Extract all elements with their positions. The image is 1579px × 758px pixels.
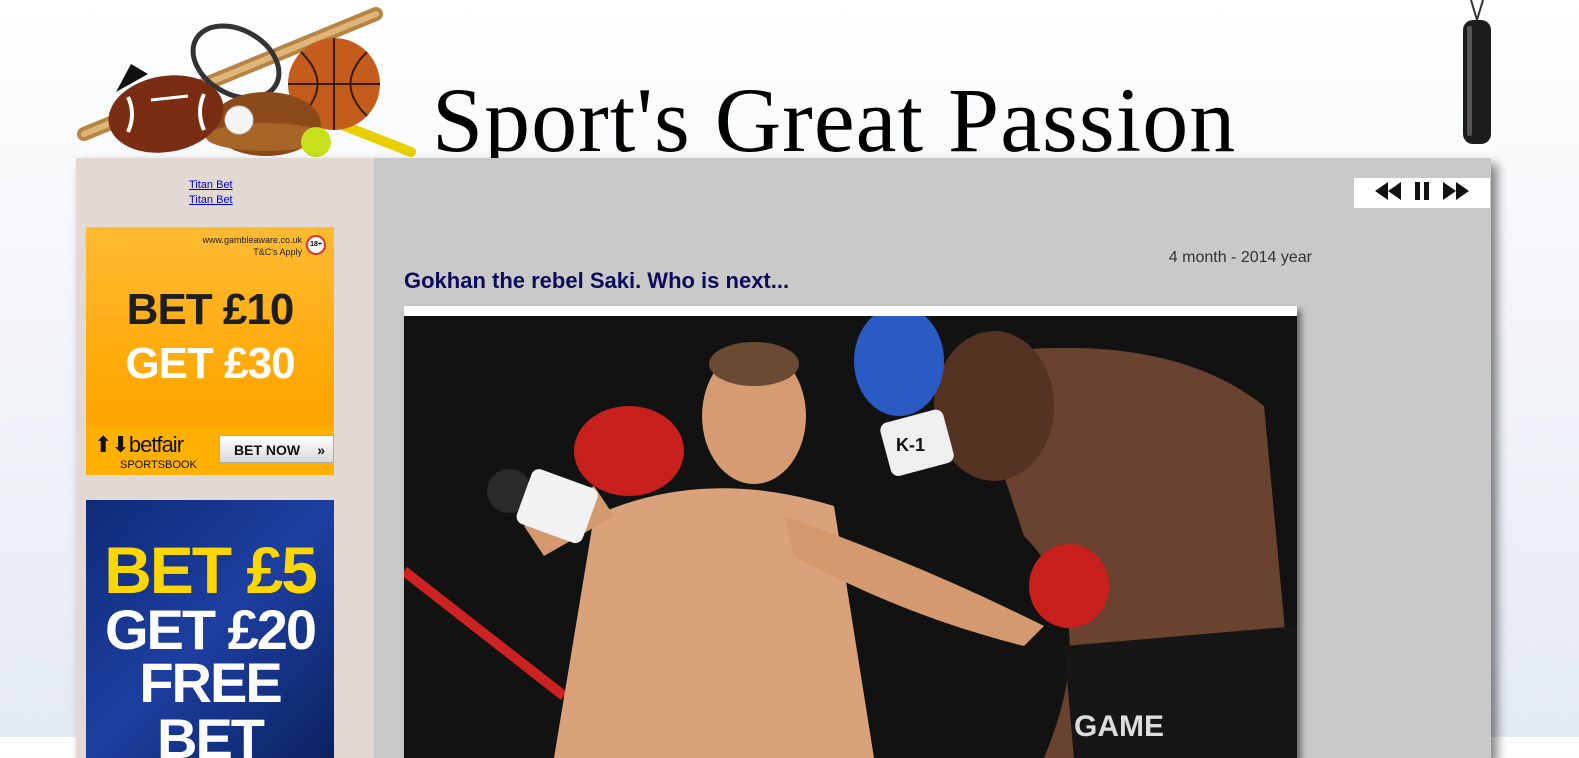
pause-icon[interactable]	[1415, 181, 1429, 205]
ad-headline-free-bet: FREE BET	[139, 651, 282, 758]
age-18-badge: 18+	[306, 235, 326, 255]
gambleaware-url: www.gambleaware.co.uk	[202, 235, 302, 245]
site-title: Sport's Great Passion	[432, 69, 1237, 171]
ad-headline-bet: BET £5	[104, 533, 318, 607]
sidebar-link-titan-bet[interactable]: Titan Bet	[189, 178, 233, 193]
fast-forward-icon[interactable]	[1443, 181, 1469, 205]
kickboxing-photo: K-1 GAME	[404, 316, 1297, 758]
arrows-icon: ⬆⬇	[94, 432, 130, 457]
content-wrapper: Titan Bet Titan Bet www.gambleaware.co.u…	[76, 158, 1491, 758]
ad-headline-get: GET £30	[125, 339, 295, 388]
free-bet-ad-banner[interactable]: BET £5 GET £20 FREE BET	[86, 500, 334, 758]
sportsbook-text: SPORTSBOOK	[120, 459, 197, 471]
betfair-logo: ⬆⬇betfair SPORTSBOOK	[94, 432, 197, 475]
sports-equipment-logo	[77, 7, 416, 157]
sidebar-links: Titan Bet Titan Bet	[189, 178, 233, 208]
double-chevron-right-icon: »	[317, 442, 325, 458]
post-image[interactable]: K-1 GAME	[404, 306, 1297, 758]
betfair-brand-text: betfair	[128, 432, 184, 457]
tcs-apply-text: T&C's Apply	[253, 247, 302, 257]
sidebar: Titan Bet Titan Bet www.gambleaware.co.u…	[76, 158, 374, 758]
punching-bag-icon	[1463, 0, 1491, 144]
bet-now-button[interactable]: BET NOW »	[219, 435, 334, 463]
glove-label: K-1	[896, 435, 925, 455]
slideshow-controls	[1354, 178, 1490, 208]
ad-headline-bet: BET £10	[126, 285, 295, 334]
ad-headline-get: GET £20	[104, 598, 317, 661]
bet-now-label: BET NOW	[234, 442, 301, 458]
rewind-icon[interactable]	[1375, 181, 1401, 205]
post-date: 4 month - 2014 year	[1168, 249, 1312, 266]
shorts-label: GAME	[1074, 710, 1164, 743]
ad-footer-bar: ⬆⬇betfair SPORTSBOOK BET NOW »	[86, 425, 334, 475]
sidebar-link-titan-bet[interactable]: Titan Bet	[189, 193, 233, 208]
gambleaware-note: www.gambleaware.co.uk T&C's Apply	[202, 234, 302, 258]
betfair-ad-banner[interactable]: www.gambleaware.co.uk T&C's Apply 18+ BE…	[86, 227, 334, 475]
post-title[interactable]: Gokhan the rebel Saki. Who is next...	[404, 268, 789, 294]
